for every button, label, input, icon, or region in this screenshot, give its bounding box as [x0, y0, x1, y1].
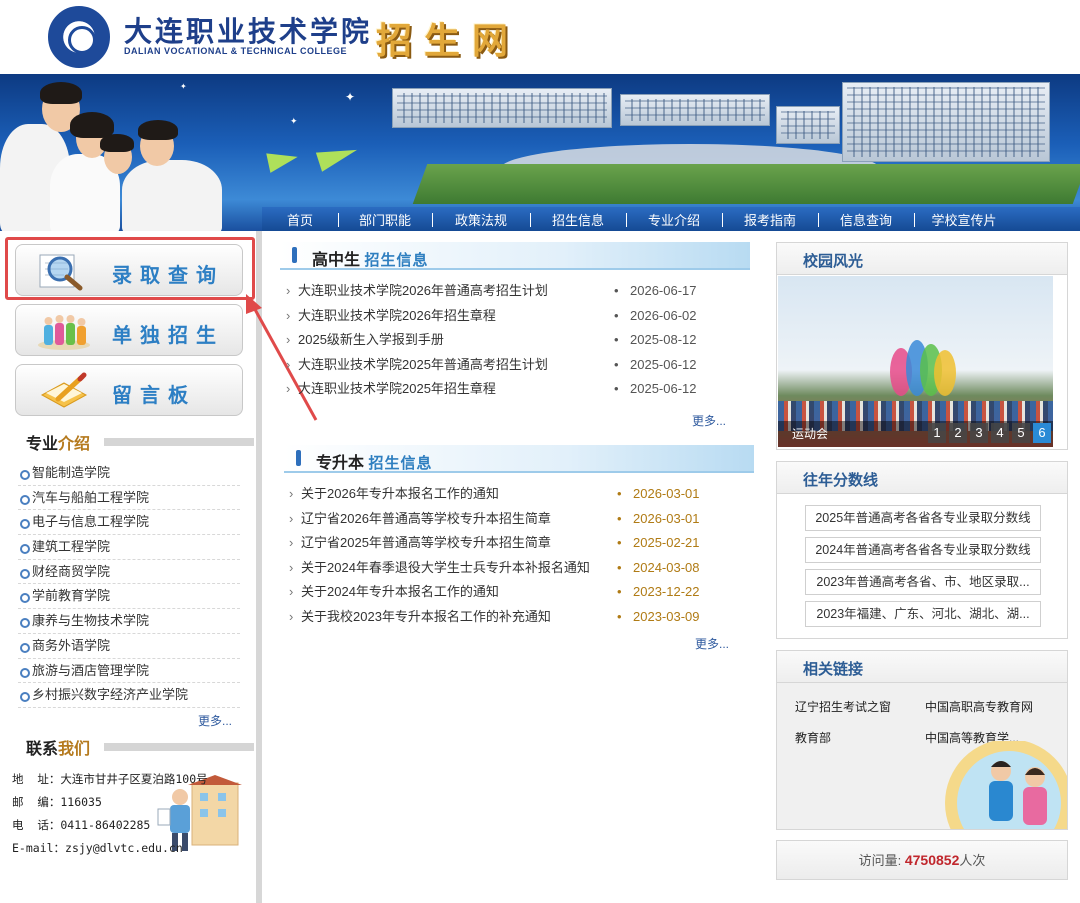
contact-phone: 电 话：0411-86402285	[12, 818, 151, 832]
nav-promo-video[interactable]: 学校宣传片	[914, 210, 1014, 229]
upgrade-more-link[interactable]: 更多...	[695, 635, 729, 652]
major-item[interactable]: 学前教育学院	[18, 584, 240, 610]
link-vocational-edu[interactable]: 中国高职高专教育网	[925, 698, 1033, 715]
news-item[interactable]: 大连职业技术学院2026年招生章程2026-06-02	[286, 304, 746, 329]
major-item[interactable]: 建筑工程学院	[18, 535, 240, 560]
score-link[interactable]: 2024年普通高考各省各专业录取分数线	[805, 537, 1041, 563]
nav-admission-info[interactable]: 招生信息	[530, 210, 626, 229]
section-marker-icon	[292, 247, 297, 263]
slide-page-button[interactable]: 5	[1012, 423, 1030, 443]
message-board-label: 留言板	[112, 385, 196, 407]
visit-counter: 访问量: 4750852人次	[776, 840, 1068, 880]
slide-page-button[interactable]: 4	[991, 423, 1009, 443]
contact-info: 地 址：大连市甘井子区夏泊路100号 邮 编：116035 电 话：0411-8…	[12, 768, 208, 860]
upgrade-section-header: 专升本 招生信息	[284, 445, 754, 473]
site-name: 招生网	[376, 20, 521, 62]
highlight-annotation-box	[5, 237, 255, 300]
major-item[interactable]: 乡村振兴数字经济产业学院	[18, 683, 240, 708]
news-item[interactable]: 关于2026年专升本报名工作的通知2026-03-01	[289, 482, 749, 507]
news-item[interactable]: 大连职业技术学院2026年普通高考招生计划2026-06-17	[286, 279, 746, 304]
link-liaoning-exam[interactable]: 辽宁招生考试之窗	[795, 698, 891, 715]
major-item[interactable]: 康养与生物技术学院	[18, 609, 240, 634]
news-item[interactable]: 辽宁省2025年普通高等学校专升本招生简章2025-02-21	[289, 531, 749, 556]
site-header: 大连职业技术学院 DALIAN VOCATIONAL & TECHNICAL C…	[0, 0, 1080, 74]
scores-panel-title: 往年分数线	[803, 472, 879, 489]
contact-email: E-mail：zsjy@dlvtc.edu.cn	[12, 841, 183, 855]
contact-postcode: 邮 编：116035	[12, 795, 102, 809]
news-item[interactable]: 关于2024年春季退役大学生士兵专升本补报名通知2024-03-08	[289, 556, 749, 581]
campus-photo[interactable]: 运动会 1 2 3 4 5 6	[778, 276, 1053, 447]
college-name-en: DALIAN VOCATIONAL & TECHNICAL COLLEGE	[124, 46, 347, 56]
majors-section-title: 专业介绍	[26, 430, 254, 454]
link-ministry[interactable]: 教育部	[795, 729, 831, 746]
slide-page-button-active[interactable]: 6	[1033, 423, 1051, 443]
majors-more-link[interactable]: 更多...	[198, 712, 232, 729]
news-item[interactable]: 2025级新生入学报到手册2025-08-12	[286, 328, 746, 353]
news-item[interactable]: 关于我校2023年专升本报名工作的补充通知2023-03-09	[289, 605, 749, 630]
nav-policies[interactable]: 政策法规	[432, 210, 530, 229]
score-link[interactable]: 2023年福建、广东、河北、湖北、湖...	[805, 601, 1041, 627]
students-illustration	[0, 74, 270, 231]
links-panel-title: 相关链接	[803, 661, 864, 678]
slide-page-button[interactable]: 3	[970, 423, 988, 443]
high-school-section-header: 高中生 招生信息	[280, 242, 750, 270]
nav-home[interactable]: 首页	[262, 210, 338, 229]
major-item[interactable]: 财经商贸学院	[18, 560, 240, 585]
college-seal-icon	[48, 6, 110, 68]
majors-list: 智能制造学院 汽车与船舶工程学院 电子与信息工程学院 建筑工程学院 财经商贸学院…	[18, 461, 240, 708]
score-link[interactable]: 2023年普通高考各省、市、地区录取...	[805, 569, 1041, 595]
main-nav: 首页 部门职能 政策法规 招生信息 专业介绍 报考指南 信息查询 学校宣传片	[262, 207, 1080, 231]
independent-enrollment-button[interactable]: 单独招生	[15, 304, 243, 356]
section-marker-icon	[296, 450, 301, 466]
visit-count: 4750852	[904, 852, 960, 868]
news-item[interactable]: 大连职业技术学院2025年招生章程2025-06-12	[286, 377, 746, 402]
major-item[interactable]: 商务外语学院	[18, 634, 240, 659]
students-group-icon	[38, 315, 90, 350]
news-item[interactable]: 关于2024年专升本报名工作的通知2023-12-22	[289, 580, 749, 605]
contact-address: 地 址：大连市甘井子区夏泊路100号	[12, 772, 208, 786]
nav-majors[interactable]: 专业介绍	[626, 210, 722, 229]
college-name-cn: 大连职业技术学院	[124, 15, 373, 48]
news-item[interactable]: 大连职业技术学院2025年普通高考招生计划2025-06-12	[286, 353, 746, 378]
photo-caption: 运动会	[792, 427, 829, 441]
major-item[interactable]: 智能制造学院	[18, 461, 240, 486]
scores-panel: 往年分数线 2025年普通高考各省各专业录取分数线 2024年普通高考各省各专业…	[776, 461, 1068, 639]
campus-panel: 校园风光 运动会 1 2 3 4 5 6	[776, 242, 1068, 450]
slide-page-button[interactable]: 2	[949, 423, 967, 443]
major-item[interactable]: 电子与信息工程学院	[18, 510, 240, 536]
news-item[interactable]: 辽宁省2026年普通高等学校专升本招生简章2026-03-01	[289, 507, 749, 532]
nav-query[interactable]: 信息查询	[818, 210, 914, 229]
score-link[interactable]: 2025年普通高考各省各专业录取分数线	[805, 505, 1041, 531]
slideshow-pager: 1 2 3 4 5 6	[928, 423, 1051, 443]
related-links-panel: 相关链接 辽宁招生考试之窗 中国高职高专教育网 教育部 中国高等教育学...	[776, 650, 1068, 830]
campus-panel-title: 校园风光	[803, 253, 864, 270]
nav-departments[interactable]: 部门职能	[338, 210, 432, 229]
students-illustration	[945, 741, 1067, 829]
high-school-more-link[interactable]: 更多...	[692, 412, 726, 429]
message-pencil-icon	[40, 372, 88, 408]
major-item[interactable]: 汽车与船舶工程学院	[18, 486, 240, 511]
independent-enrollment-label: 单独招生	[112, 325, 224, 347]
major-item[interactable]: 旅游与酒店管理学院	[18, 659, 240, 684]
message-board-button[interactable]: 留言板	[15, 364, 243, 416]
slide-page-button[interactable]: 1	[928, 423, 946, 443]
nav-guide[interactable]: 报考指南	[722, 210, 818, 229]
contact-section-title: 联系我们	[26, 735, 254, 759]
upgrade-news-list: 关于2026年专升本报名工作的通知2026-03-01 辽宁省2026年普通高等…	[289, 482, 749, 630]
high-school-news-list: 大连职业技术学院2026年普通高考招生计划2026-06-17 大连职业技术学院…	[286, 279, 746, 402]
